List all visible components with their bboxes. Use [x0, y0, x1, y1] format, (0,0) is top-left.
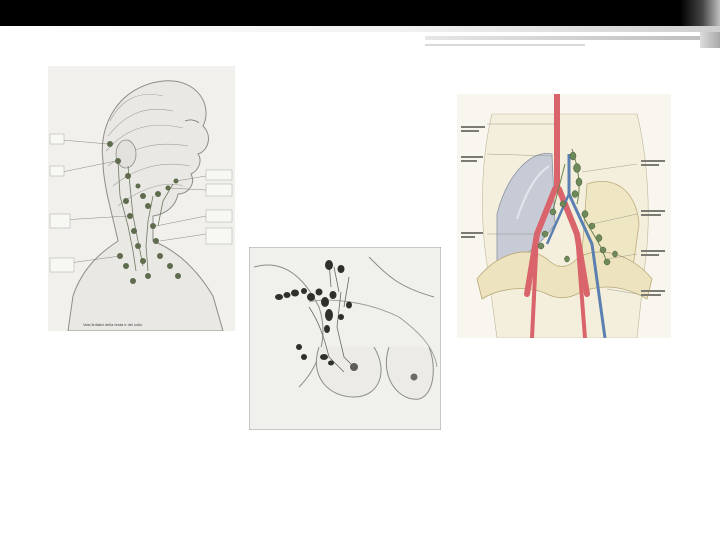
- title-bar: [0, 0, 720, 26]
- decorative-band: [0, 26, 720, 32]
- breast-axillary-lymph-figure: [249, 247, 441, 430]
- pelvic-lymph-figure: [457, 94, 671, 338]
- head-neck-lymph-figure: Vasi linfatici della testa e del collo: [48, 66, 235, 331]
- decorative-line-short: [425, 44, 585, 46]
- head-neck-illustration: Vasi linfatici della testa e del collo: [48, 66, 235, 331]
- decorative-line: [425, 36, 720, 40]
- pelvis-illustration: [457, 94, 671, 338]
- title-bar-fade: [680, 0, 720, 26]
- decorative-corner: [700, 32, 720, 48]
- breast-illustration: [249, 247, 441, 430]
- figure1-caption: Vasi linfatici della testa e del collo: [83, 322, 143, 327]
